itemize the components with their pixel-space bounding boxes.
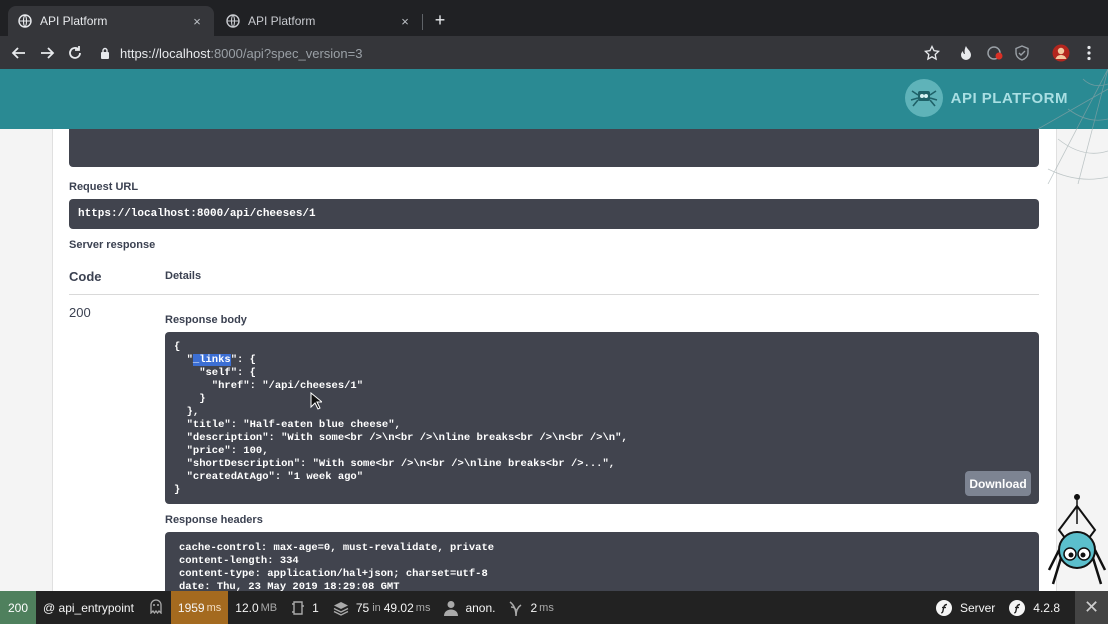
symfony-debug-toolbar: 200 @ api_entrypoint 1959 ms 12.0 MB 1 7…	[0, 591, 1108, 624]
code-column-header: Code	[69, 269, 102, 284]
request-url-label: Request URL	[69, 181, 139, 193]
json-links-prefix: "	[174, 354, 193, 366]
twig-value: 2	[530, 600, 538, 615]
memory-value: 12.0	[235, 600, 259, 615]
profile-avatar[interactable]	[1052, 44, 1070, 62]
security-item[interactable]: anon.	[437, 591, 502, 624]
time-unit: ms	[206, 601, 222, 614]
database-layers-icon	[333, 600, 349, 616]
json-open-brace: {	[174, 341, 181, 353]
time-value: 1959	[177, 600, 205, 615]
forms-count: 1	[312, 600, 319, 615]
memory-item[interactable]: 12.0 MB	[228, 591, 284, 624]
server-label: Server	[959, 600, 996, 615]
response-body-label: Response body	[165, 314, 247, 326]
time-item[interactable]: 1959 ms	[170, 591, 229, 624]
db-query-count: 75	[355, 600, 370, 615]
route-name: @ api_entrypoint	[43, 600, 134, 615]
back-icon[interactable]	[8, 42, 30, 64]
reload-icon[interactable]	[64, 42, 86, 64]
browser-toolbar: https://localhost:8000/api?spec_version=…	[0, 36, 1108, 69]
tab-title: API Platform	[248, 14, 316, 28]
shield-extension-icon[interactable]	[1013, 44, 1031, 62]
spider-mascot-icon	[1043, 494, 1108, 592]
flame-extension-icon[interactable]	[957, 44, 975, 62]
memory-unit: MB	[260, 601, 278, 614]
details-column-header: Details	[165, 270, 202, 282]
response-headers[interactable]: cache-control: max-age=0, must-revalidat…	[165, 532, 1039, 591]
tab-close-icon[interactable]: ×	[190, 14, 204, 29]
tab-separator	[422, 14, 423, 30]
browser-tab-inactive[interactable]: API Platform ×	[216, 6, 422, 36]
server-item[interactable]: Server	[929, 591, 1002, 624]
server-response-label: Server response	[69, 239, 156, 251]
user-name: anon.	[465, 600, 496, 615]
json-links-key-highlighted: _links	[192, 354, 231, 366]
response-body[interactable]: { "_links": { "self": { "href": "/api/ch…	[165, 332, 1039, 504]
spider-logo-icon	[904, 79, 943, 117]
new-tab-button[interactable]: +	[430, 10, 450, 30]
status-badge[interactable]: 200	[0, 591, 36, 624]
download-button[interactable]: Download	[965, 471, 1031, 496]
tab-title: API Platform	[40, 14, 108, 28]
tab-close-icon[interactable]: ×	[398, 14, 412, 29]
close-toolbar-button[interactable]: ✕	[1075, 591, 1108, 624]
twig-icon	[509, 600, 523, 616]
url-path: :8000/api?spec_version=3	[210, 45, 363, 61]
response-body-json[interactable]: { "_links": { "self": { "href": "/api/ch…	[174, 341, 1030, 497]
forms-item[interactable]: 1	[284, 591, 326, 624]
bookmark-star-icon[interactable]	[923, 44, 941, 62]
previous-code-block	[69, 129, 1039, 167]
blocker-extension-icon[interactable]	[986, 44, 1004, 62]
mouse-cursor-icon	[310, 391, 324, 415]
browser-tab-bar: API Platform × API Platform × +	[0, 0, 1108, 36]
forward-icon[interactable]	[36, 42, 58, 64]
forms-icon	[291, 600, 305, 616]
user-icon	[444, 600, 459, 616]
browser-tab-active[interactable]: API Platform ×	[8, 6, 214, 36]
version-item[interactable]: 4.2.8	[1002, 591, 1067, 624]
request-url-value: https://localhost:8000/api/cheeses/1	[69, 199, 1039, 229]
table-divider	[69, 294, 1039, 295]
spider-web-decoration	[1037, 68, 1108, 185]
symfony-logo-icon	[935, 599, 952, 616]
db-time: 49.02	[383, 600, 414, 615]
twig-unit: ms	[539, 601, 554, 614]
browser-menu-icon[interactable]	[1080, 44, 1098, 62]
twig-item[interactable]: 2 ms	[502, 591, 560, 624]
ghost-icon	[148, 598, 164, 617]
globe-icon	[226, 14, 240, 28]
ghost-item[interactable]	[141, 591, 171, 624]
lock-icon	[100, 47, 110, 59]
address-bar[interactable]: https://localhost:8000/api?spec_version=…	[100, 41, 520, 65]
json-rest: "self": { "href": "/api/cheeses/1" } }, …	[174, 367, 628, 496]
db-in: in	[372, 601, 381, 614]
symfony-version: 4.2.8	[1033, 600, 1060, 615]
response-status-code: 200	[69, 305, 91, 320]
db-unit: ms	[415, 601, 431, 614]
globe-icon	[18, 14, 32, 28]
url-host: https://localhost	[120, 45, 211, 61]
symfony-logo-icon	[1009, 599, 1026, 616]
toolbar-right: Server 4.2.8 ✕	[929, 591, 1108, 624]
response-headers-label: Response headers	[165, 514, 263, 526]
response-headers-text: cache-control: max-age=0, must-revalidat…	[179, 542, 495, 591]
route-item[interactable]: @ api_entrypoint	[36, 591, 141, 624]
database-item[interactable]: 75 in 49.02 ms	[326, 591, 438, 624]
api-platform-header: API PLATFORM	[0, 69, 1108, 129]
json-links-suffix: ": {	[230, 354, 256, 366]
